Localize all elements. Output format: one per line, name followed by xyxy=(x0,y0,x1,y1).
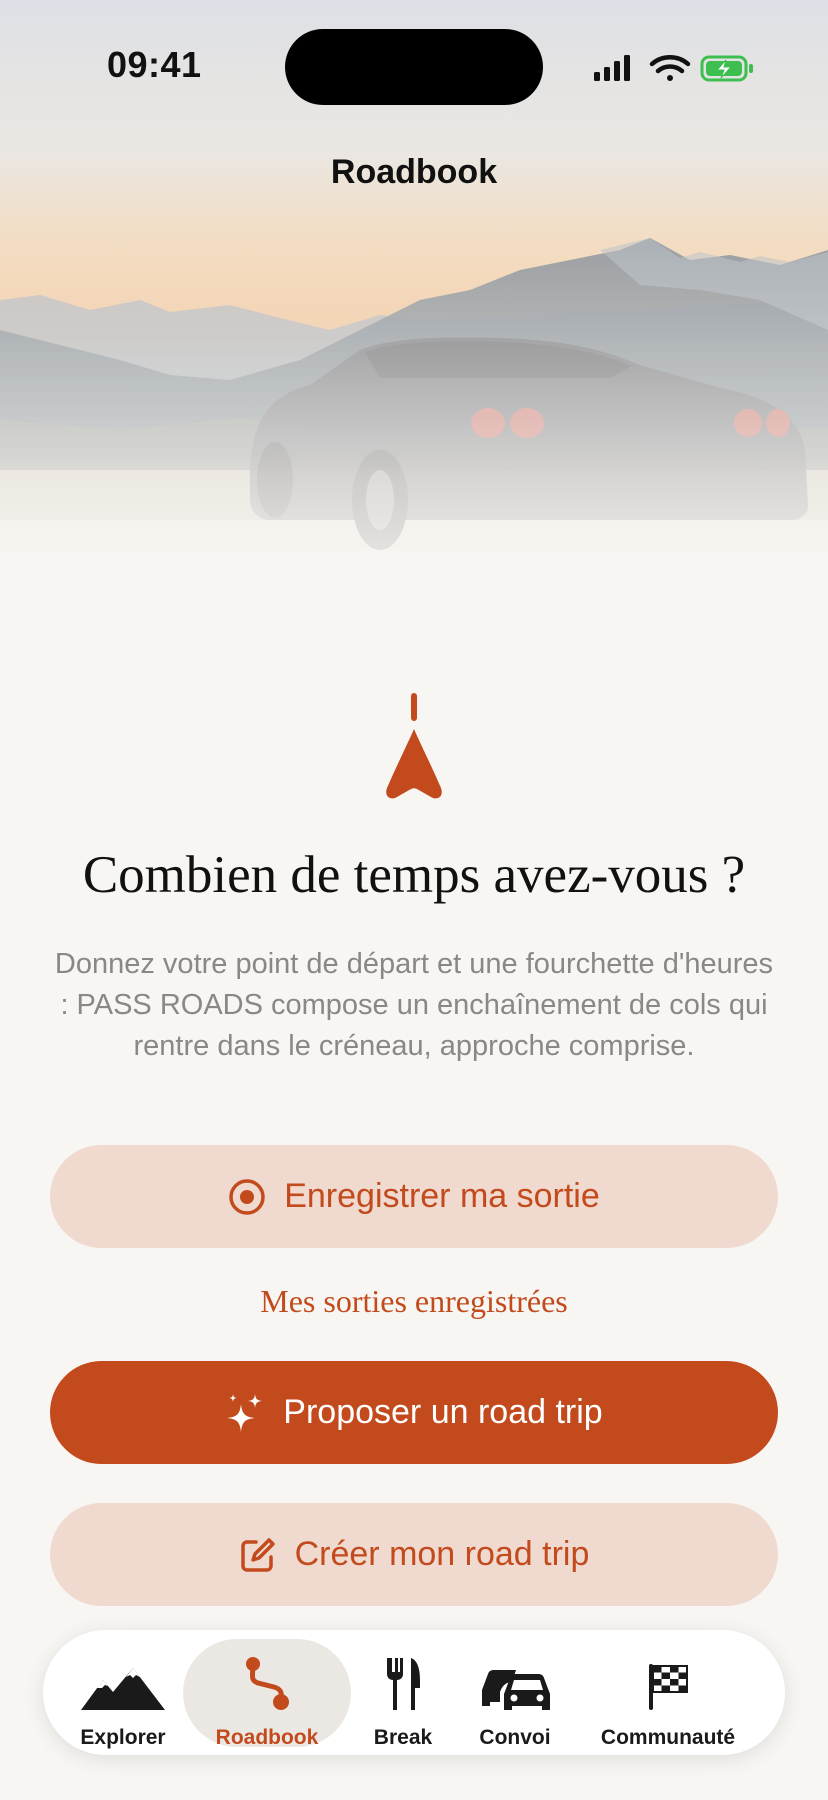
tab-label-communaute: Communauté xyxy=(600,1726,736,1749)
nav-title: Roadbook xyxy=(330,153,498,191)
edit-icon xyxy=(240,1537,275,1572)
cars-icon xyxy=(482,1670,550,1710)
tab-label-explorer: Explorer xyxy=(80,1726,166,1749)
record-ride-button[interactable]: Enregistrer ma sortie xyxy=(50,1145,778,1248)
route-icon xyxy=(246,1657,289,1710)
status-time: 09:41 xyxy=(107,44,202,85)
saved-rides-link[interactable]: Mes sorties enregistrées xyxy=(0,1283,828,1320)
dynamic-island xyxy=(285,29,543,105)
create-road-trip-label: Créer mon road trip xyxy=(294,1535,590,1573)
status-icons xyxy=(592,52,757,91)
status-bar: 09:41 xyxy=(0,0,828,120)
checkered-flag-icon xyxy=(649,1664,688,1710)
headline: Combien de temps avez-vous ? xyxy=(82,846,746,904)
wifi-icon xyxy=(649,55,691,81)
tab-roadbook[interactable]: Roadbook xyxy=(183,1630,351,1755)
propose-road-trip-button[interactable]: Proposer un road trip xyxy=(50,1361,778,1464)
tab-label-convoi: Convoi xyxy=(479,1726,551,1749)
tab-break[interactable]: Break xyxy=(361,1630,445,1755)
fork-knife-icon xyxy=(387,1658,420,1710)
cellular-signal-icon xyxy=(594,55,630,81)
navigation-arrow-icon xyxy=(380,693,448,810)
tab-label-roadbook: Roadbook xyxy=(215,1726,319,1749)
record-ride-label: Enregistrer ma sortie xyxy=(284,1177,600,1215)
battery-charging-icon xyxy=(700,55,753,82)
tab-label-break: Break xyxy=(373,1726,433,1749)
record-icon xyxy=(229,1178,265,1215)
create-road-trip-button[interactable]: Créer mon road trip xyxy=(50,1503,778,1606)
mountains-icon xyxy=(81,1668,165,1710)
tab-communaute[interactable]: Communauté xyxy=(595,1630,741,1755)
description-text: Donnez votre point de départ et une four… xyxy=(54,948,774,1062)
tab-explorer[interactable]: Explorer xyxy=(73,1630,173,1755)
sparkles-icon xyxy=(227,1393,263,1432)
tab-bar: Explorer Roadbook Break Convoi Communaut… xyxy=(43,1630,785,1755)
tab-convoi[interactable]: Convoi xyxy=(467,1630,563,1755)
propose-road-trip-label: Proposer un road trip xyxy=(283,1393,603,1431)
